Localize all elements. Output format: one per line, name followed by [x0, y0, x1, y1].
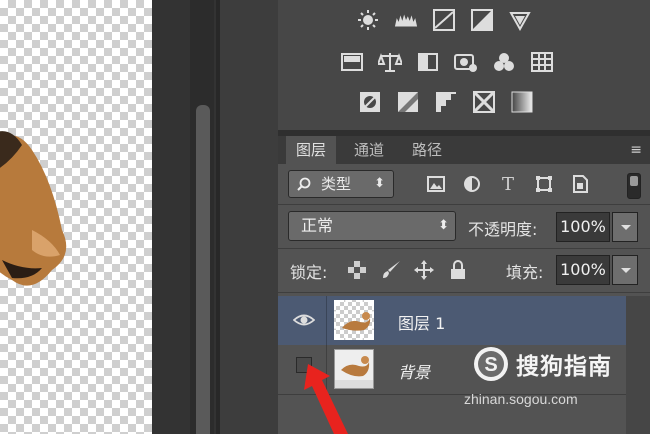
blend-mode-dropdown[interactable]: 正常 ⬍ — [288, 211, 456, 241]
panel-menu-icon[interactable]: ≡ — [630, 136, 642, 164]
layer-row-layer-1[interactable]: 图层 1 — [278, 296, 626, 345]
layer-filter-dropdown[interactable]: 类型 ⬍ — [288, 170, 394, 198]
levels-icon[interactable] — [394, 8, 418, 32]
lock-all-padlock-icon[interactable] — [447, 259, 469, 281]
canvas-scrollbar-thumb[interactable] — [196, 105, 210, 434]
hue-saturation-icon[interactable] — [340, 50, 364, 74]
layer-row-divider — [326, 296, 327, 345]
filter-toggle[interactable] — [627, 173, 641, 199]
posterize-icon[interactable] — [396, 90, 420, 114]
invert-icon[interactable] — [358, 90, 382, 114]
channel-mixer-icon[interactable] — [492, 50, 516, 74]
shape-layer-filter-icon[interactable] — [532, 172, 556, 196]
threshold-icon[interactable] — [434, 90, 458, 114]
fill-dropdown-button[interactable] — [612, 255, 638, 285]
divider — [278, 292, 650, 293]
divider — [278, 248, 650, 249]
pixel-layer-filter-icon[interactable] — [424, 172, 448, 196]
dropdown-arrows-icon: ⬍ — [438, 218, 449, 233]
selective-color-icon[interactable] — [472, 90, 496, 114]
fill-input[interactable]: 100% — [556, 255, 610, 285]
layer-thumbnail[interactable] — [334, 300, 374, 340]
svg-text:S: S — [484, 354, 497, 376]
search-icon — [297, 177, 311, 191]
brightness-contrast-icon[interactable] — [356, 8, 380, 32]
gradient-map-icon[interactable] — [510, 90, 534, 114]
exposure-icon[interactable] — [470, 8, 494, 32]
adjustments-panel — [278, 0, 650, 130]
document-canvas[interactable] — [0, 0, 152, 434]
type-layer-filter-icon[interactable]: T — [496, 172, 520, 196]
lock-transparent-pixels-icon[interactable] — [346, 259, 368, 281]
watermark-url: zhinan.sogou.com — [464, 391, 578, 407]
vibrance-icon[interactable] — [508, 8, 532, 32]
photo-filter-icon[interactable] — [454, 50, 478, 74]
layers-panel-tabs: 图层 通道 路径 ≡ — [278, 136, 650, 164]
blend-mode-value: 正常 — [301, 216, 334, 235]
watermark-brand-text: 搜狗指南 — [516, 354, 612, 380]
layer-name[interactable]: 图层 1 — [398, 310, 445, 334]
lock-label: 锁定: — [290, 263, 328, 282]
panel-dock-strip — [220, 0, 278, 434]
curves-icon[interactable] — [432, 8, 456, 32]
layer-name[interactable]: 背景 — [398, 359, 430, 383]
dog-thumbnail-image — [342, 312, 371, 331]
color-lookup-icon[interactable] — [530, 50, 554, 74]
lock-position-move-icon[interactable] — [413, 259, 435, 281]
tab-paths[interactable]: 路径 — [402, 136, 452, 164]
fill-label: 填充: — [506, 263, 544, 282]
red-arrow-annotation — [304, 364, 348, 434]
dog-image-fragment — [0, 131, 67, 286]
eye-visibility-icon[interactable] — [292, 310, 316, 330]
sogou-logo-icon: S — [474, 347, 508, 381]
divider — [278, 204, 650, 205]
sogou-watermark: S 搜狗指南 zhinan.sogou.com — [464, 345, 632, 407]
opacity-dropdown-button[interactable] — [612, 212, 638, 242]
black-white-icon[interactable] — [416, 50, 440, 74]
tab-layers[interactable]: 图层 — [286, 136, 336, 164]
opacity-input[interactable]: 100% — [556, 212, 610, 242]
dropdown-arrows-icon: ⬍ — [374, 176, 385, 191]
smart-object-filter-icon[interactable] — [568, 172, 592, 196]
color-balance-icon[interactable] — [378, 50, 402, 74]
tab-channels[interactable]: 通道 — [344, 136, 394, 164]
filter-icons: T — [424, 172, 592, 196]
adjustment-layer-filter-icon[interactable] — [460, 172, 484, 196]
lock-image-pixels-brush-icon[interactable] — [380, 259, 402, 281]
filter-type-label: 类型 — [321, 175, 352, 193]
opacity-label: 不透明度: — [468, 220, 538, 239]
